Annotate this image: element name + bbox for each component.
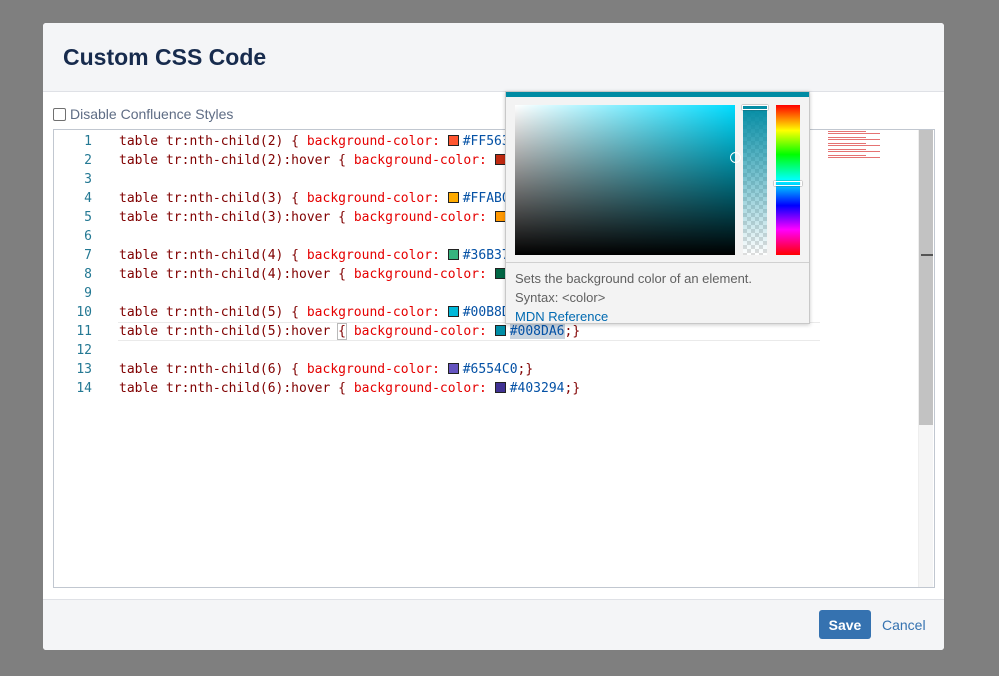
cancel-link[interactable]: Cancel (882, 617, 926, 633)
css-property: background-color: (353, 210, 495, 225)
minimap-line (828, 155, 866, 156)
saturation-box[interactable] (515, 105, 741, 255)
css-selector: table tr:nth-child(5) { (119, 305, 307, 320)
line-text[interactable]: table tr:nth-child(2):hover { background… (119, 151, 510, 170)
color-swatch[interactable] (494, 325, 506, 336)
line-number: 8 (84, 267, 92, 282)
css-property: background-color: (353, 381, 495, 396)
line-number: 14 (76, 381, 92, 396)
line-number: 2 (84, 153, 92, 168)
code-line[interactable]: 13 table tr:nth-child(6) { background-col… (54, 360, 820, 379)
css-property: background-color: (306, 305, 448, 320)
minimap-line (828, 143, 866, 144)
css-selector: table tr:nth-child(6):hover { (119, 381, 354, 396)
editor-scrollbar[interactable] (918, 130, 933, 587)
color-swatch[interactable] (447, 363, 459, 374)
line-text[interactable]: table tr:nth-child(6):hover { background… (119, 379, 580, 398)
property-description: Sets the background color of an element. (515, 271, 753, 286)
scrollbar-cursor-marker (921, 254, 933, 256)
dialog-header: Custom CSS Code (43, 23, 944, 92)
hue-handle[interactable] (774, 181, 802, 186)
minimap-line (828, 149, 866, 150)
minimap-line (828, 139, 880, 140)
mdn-reference-link[interactable]: MDN Reference (515, 307, 800, 326)
css-value: #FF563 (462, 134, 510, 149)
color-picker-popup: Sets the background color of an element.… (505, 91, 810, 324)
css-property: background-color: (353, 153, 495, 168)
css-selector: table tr:nth-child(2):hover { (119, 153, 354, 168)
color-swatch[interactable] (447, 135, 459, 146)
disable-styles-checkbox[interactable] (53, 107, 66, 121)
line-number: 5 (84, 210, 92, 225)
save-button[interactable]: Save (819, 610, 871, 639)
line-number: 4 (84, 191, 92, 206)
line-number: 11 (76, 324, 92, 339)
scrollbar-thumb[interactable] (919, 130, 933, 425)
line-number: 1 (84, 134, 92, 149)
line-text[interactable]: table tr:nth-child(4):hover { background… (119, 265, 510, 284)
css-property: background-color: (306, 191, 448, 206)
line-text[interactable]: table tr:nth-child(5):hover { background… (119, 322, 580, 341)
line-text[interactable]: table tr:nth-child(4) { background-color… (119, 246, 510, 265)
dialog-title: Custom CSS Code (63, 44, 267, 70)
minimap-line (828, 151, 880, 152)
disable-styles-row[interactable]: Disable Confluence Styles (53, 106, 233, 122)
line-number: 13 (76, 362, 92, 377)
opacity-slider[interactable] (742, 105, 768, 255)
css-value: #36B37 (462, 248, 510, 263)
line-text[interactable]: table tr:nth-child(5) { background-color… (119, 303, 510, 322)
line-text[interactable]: table tr:nth-child(6) { background-color… (119, 360, 533, 379)
minimap-line (828, 157, 880, 158)
line-text[interactable]: table tr:nth-child(3) { background-color… (119, 189, 510, 208)
line-number: 3 (84, 172, 92, 187)
css-value: #00B8D (462, 305, 510, 320)
minimap-line (828, 137, 866, 138)
line-number: 6 (84, 229, 92, 244)
minimap-line (828, 133, 880, 134)
color-swatch[interactable] (447, 192, 459, 203)
line-number: 7 (84, 248, 92, 263)
code-line[interactable]: 14 table tr:nth-child(6):hover { backgrou… (54, 379, 820, 398)
css-property: background-color: (306, 248, 448, 263)
css-value: #008DA6 (509, 324, 565, 339)
css-selector: table tr:nth-child(4):hover { (119, 267, 354, 282)
minimap[interactable] (828, 130, 920, 190)
property-syntax: Syntax: <color> (515, 290, 606, 305)
css-value: #403294 (509, 381, 565, 396)
css-property: background-color: (306, 362, 448, 377)
hue-slider[interactable] (774, 105, 802, 255)
line-number: 10 (76, 305, 92, 320)
css-selector: table tr:nth-child(3) { (119, 191, 307, 206)
code-line[interactable]: 12 (54, 341, 820, 360)
line-text[interactable]: table tr:nth-child(2) { background-color… (119, 132, 510, 151)
minimap-line (828, 131, 866, 132)
property-hover-info: Sets the background color of an element.… (506, 262, 809, 326)
css-property: background-color: (306, 134, 448, 149)
closing-brace: ;} (564, 381, 581, 396)
saturation-handle[interactable] (730, 152, 741, 163)
css-value: #6554C0 (462, 362, 518, 377)
css-selector: table tr:nth-child(4) { (119, 248, 307, 263)
opacity-handle[interactable] (742, 105, 768, 110)
line-text[interactable]: table tr:nth-child(3):hover { background… (119, 208, 510, 227)
css-selector: table tr:nth-child(6) { (119, 362, 307, 377)
css-value: #FFAB0 (462, 191, 510, 206)
line-number: 12 (76, 343, 92, 358)
css-property: background-color: (353, 324, 495, 339)
color-swatch[interactable] (447, 249, 459, 260)
dialog-footer: Save Cancel (43, 599, 944, 650)
minimap-line (828, 145, 880, 146)
closing-brace: ;} (564, 324, 581, 339)
css-property: background-color: (353, 267, 495, 282)
css-selector: table tr:nth-child(2) { (119, 134, 307, 149)
picker-current-color-bar[interactable] (506, 92, 809, 97)
closing-brace: ;} (517, 362, 534, 377)
css-selector: table tr:nth-child(3):hover { (119, 210, 354, 225)
line-number: 9 (84, 286, 92, 301)
color-swatch[interactable] (447, 306, 459, 317)
css-selector: table tr:nth-child(5):hover { (119, 323, 347, 340)
matched-brace: { (337, 323, 347, 340)
disable-styles-label[interactable]: Disable Confluence Styles (70, 106, 233, 122)
color-swatch[interactable] (494, 382, 506, 393)
